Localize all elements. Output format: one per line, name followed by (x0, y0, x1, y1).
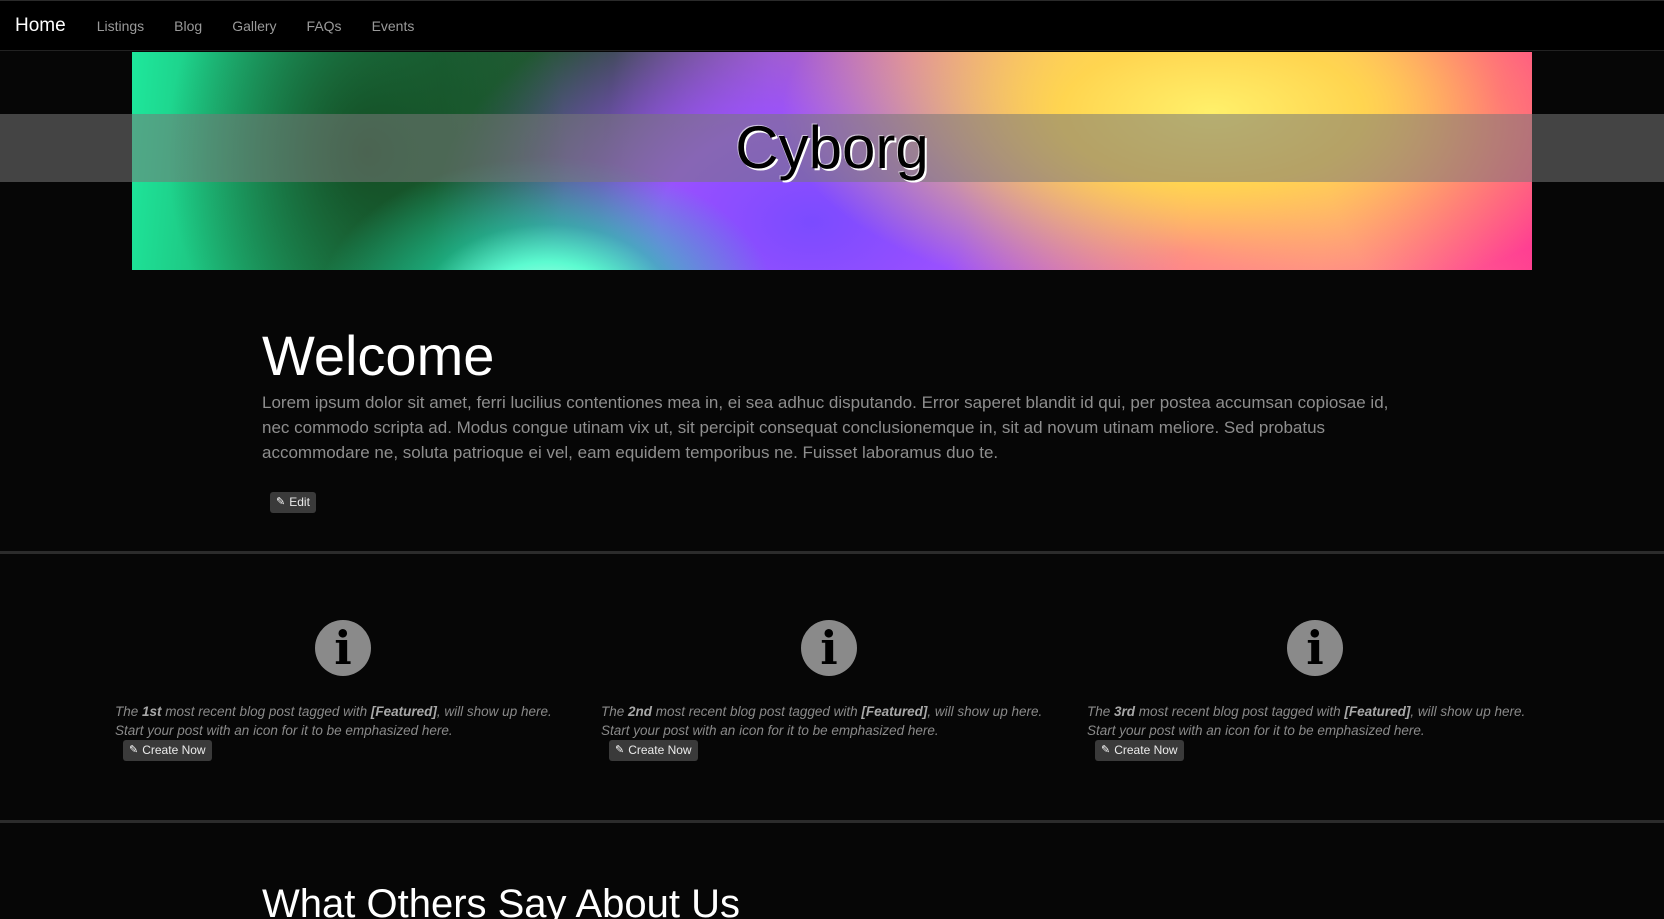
welcome-body: Lorem ipsum dolor sit amet, ferri lucili… (262, 393, 1389, 462)
featured-tag: [Featured] (1344, 704, 1411, 719)
create-now-button[interactable]: ✎ Create Now (1095, 740, 1184, 761)
pencil-icon: ✎ (615, 744, 625, 756)
create-now-button[interactable]: ✎ Create Now (123, 740, 212, 761)
create-now-label: Create Now (628, 743, 692, 757)
info-circle-icon: i (801, 620, 857, 676)
featured-ordinal: 1st (142, 704, 162, 719)
edit-button[interactable]: ✎ Edit (270, 492, 316, 513)
nav-faqs-link[interactable]: FAQs (307, 19, 342, 33)
section-divider (0, 551, 1664, 554)
featured-post-text: The 1st most recent blog post tagged wit… (115, 704, 552, 738)
welcome-heading: Welcome (262, 324, 495, 387)
nav-events-link[interactable]: Events (372, 19, 415, 33)
featured-tag: [Featured] (861, 704, 928, 719)
create-now-button[interactable]: ✎ Create Now (609, 740, 698, 761)
pencil-icon: ✎ (129, 744, 139, 756)
testimonials-heading: What Others Say About Us (262, 882, 740, 919)
nav-gallery-link[interactable]: Gallery (232, 19, 276, 33)
page: Home Listings Blog Gallery FAQs Events C… (0, 0, 1664, 919)
site-title: Cyborg (735, 114, 929, 181)
info-circle-icon: i (315, 620, 371, 676)
featured-ordinal: 3rd (1114, 704, 1136, 719)
edit-button-label: Edit (289, 495, 310, 509)
welcome-section: Welcome Lorem ipsum dolor sit amet, ferr… (262, 328, 1392, 465)
create-now-label: Create Now (142, 743, 206, 757)
featured-post-text: The 2nd most recent blog post tagged wit… (601, 704, 1043, 738)
create-now-label: Create Now (1114, 743, 1178, 757)
top-navbar: Home Listings Blog Gallery FAQs Events (0, 0, 1664, 51)
pencil-icon: ✎ (1101, 744, 1111, 756)
featured-post-text: The 3rd most recent blog post tagged wit… (1087, 704, 1526, 738)
nav-home-link[interactable]: Home (15, 16, 66, 35)
nav-blog-link[interactable]: Blog (174, 19, 202, 33)
pencil-icon: ✎ (276, 496, 286, 508)
info-circle-icon: i (1287, 620, 1343, 676)
nav-listings-link[interactable]: Listings (97, 19, 144, 33)
section-divider (0, 820, 1664, 823)
featured-ordinal: 2nd (628, 704, 653, 719)
featured-tag: [Featured] (370, 704, 437, 719)
